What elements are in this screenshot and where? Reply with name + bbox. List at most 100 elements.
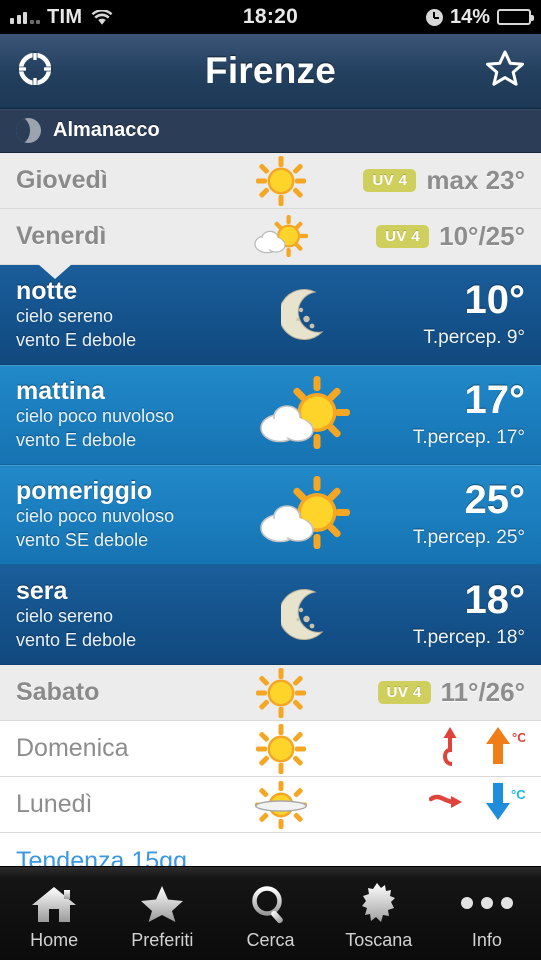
star-icon <box>139 882 185 924</box>
trend-indicators: °C <box>439 726 527 771</box>
ellipsis-icon <box>460 882 513 924</box>
tab-label: Toscana <box>345 930 413 950</box>
detail-wind-label: vento SE debole <box>16 529 149 550</box>
tab-info[interactable]: Info <box>433 867 541 960</box>
day-temperature: max 23° <box>426 165 525 195</box>
detail-part-label: sera <box>16 577 68 606</box>
day-right-group: °C <box>439 726 527 771</box>
wind-arrow-right-icon <box>428 790 463 819</box>
home-icon <box>31 882 77 924</box>
detail-temp-group: 10° T.percep. 9° <box>423 280 525 349</box>
day-row-domenica[interactable]: Domenica °C <box>0 721 541 777</box>
signal-bars-icon <box>10 10 40 24</box>
selection-notch <box>38 264 72 279</box>
detail-perceived-temperature: T.percep. 25° <box>412 527 525 548</box>
day-name: Domenica <box>16 734 129 762</box>
detail-wind-label: vento E debole <box>16 629 137 650</box>
sun-icon <box>231 667 331 719</box>
search-icon <box>249 882 293 924</box>
detail-text-group: mattina cielo poco nuvoloso vento E debo… <box>16 377 251 451</box>
tab-label: Cerca <box>246 930 295 950</box>
tab-label: Info <box>471 930 502 950</box>
detail-temp-group: 25° T.percep. 25° <box>413 480 525 549</box>
status-bar-left: TIM <box>10 6 113 29</box>
day-right-group: UV 4 10°/25° <box>376 221 525 252</box>
almanacco-bar[interactable]: Almanacco <box>0 109 541 153</box>
forecast-list: Giovedì UV 4 max 23° Venerdì UV 4 10°/25… <box>0 153 541 889</box>
sun-icon <box>231 155 331 207</box>
uv-badge: UV 4 <box>363 169 417 192</box>
moon-phase-icon <box>16 118 41 143</box>
detail-sky-label: cielo poco nuvoloso <box>16 506 175 527</box>
tab-label: Preferiti <box>131 930 194 950</box>
detail-sky-label: cielo sereno <box>16 606 114 627</box>
uv-badge: UV 4 <box>377 681 431 704</box>
wind-arrow-up-hook-icon <box>439 726 463 771</box>
detail-text-group: notte cielo sereno vento E debole <box>16 277 251 351</box>
detail-part-label: notte <box>16 277 78 306</box>
detail-part-label: pomeriggio <box>16 477 153 506</box>
tuscany-region-icon <box>357 882 401 924</box>
sun-haze-icon <box>231 780 331 830</box>
wifi-icon <box>91 9 113 25</box>
tab-home[interactable]: Home <box>0 867 108 960</box>
day-right-group: °C <box>428 782 526 827</box>
detail-perceived-temperature: T.percep. 18° <box>412 627 525 648</box>
detail-temp-group: 18° T.percep. 18° <box>413 580 525 649</box>
navigation-bar: Firenze <box>0 34 541 109</box>
battery-icon <box>497 9 534 25</box>
battery-percent-label: 14% <box>449 5 490 28</box>
page-title: Firenze <box>205 50 336 91</box>
tab-preferiti[interactable]: Preferiti <box>108 867 216 960</box>
temperature-up-arrow-icon: °C <box>485 726 527 771</box>
detail-temperature: 25° <box>464 478 526 522</box>
day-temperature: 11°/26° <box>440 677 525 707</box>
detail-wind-label: vento E debole <box>16 329 137 350</box>
tab-cerca[interactable]: Cerca <box>216 867 324 960</box>
svg-text:°C: °C <box>512 730 525 745</box>
detail-sky-label: cielo poco nuvoloso <box>16 406 175 427</box>
weather-app-screen: TIM 18:20 14% Firenze Almanacco Giovedì … <box>0 0 541 960</box>
day-name: Venerdì <box>16 222 107 250</box>
detail-wind-label: vento E debole <box>16 429 137 450</box>
temperature-down-arrow-icon: °C <box>485 782 526 827</box>
sun-behind-cloud-icon <box>251 474 361 556</box>
detail-temperature: 10° <box>464 278 526 322</box>
detail-temperature: 17° <box>464 378 526 422</box>
sun-behind-cloud-icon <box>251 374 361 456</box>
day-temperature: 10°/25° <box>439 221 525 251</box>
tab-toscana[interactable]: Toscana <box>325 867 433 960</box>
svg-text:°C: °C <box>511 787 525 802</box>
location-crosshair-icon[interactable] <box>14 48 56 95</box>
detail-row-pomeriggio[interactable]: pomeriggio cielo poco nuvoloso vento SE … <box>0 465 541 565</box>
detail-row-sera[interactable]: sera cielo sereno vento E debole 18° T.p… <box>0 565 541 665</box>
day-row-venerdi[interactable]: Venerdì UV 4 10°/25° <box>0 209 541 265</box>
crescent-moon-icon <box>251 588 361 642</box>
day-row-giovedi[interactable]: Giovedì UV 4 max 23° <box>0 153 541 209</box>
status-bar-right: 14% <box>425 5 534 29</box>
star-outline-icon[interactable] <box>483 47 527 96</box>
uv-badge: UV 4 <box>376 225 430 248</box>
day-row-sabato[interactable]: Sabato UV 4 11°/26° <box>0 665 541 721</box>
tab-label: Home <box>30 930 79 950</box>
trend-indicators: °C <box>428 782 526 827</box>
detail-sky-label: cielo sereno <box>16 306 114 327</box>
detail-row-mattina[interactable]: mattina cielo poco nuvoloso vento E debo… <box>0 365 541 465</box>
detail-perceived-temperature: T.percep. 17° <box>412 427 525 448</box>
detail-temp-group: 17° T.percep. 17° <box>413 380 525 449</box>
crescent-moon-icon <box>251 288 361 342</box>
day-row-lunedi[interactable]: Lunedì °C <box>0 777 541 833</box>
day-name: Lunedì <box>16 790 93 818</box>
status-bar: TIM 18:20 14% <box>0 0 541 34</box>
sun-icon <box>231 723 331 775</box>
detail-part-label: mattina <box>16 377 105 406</box>
sun-behind-cloud-icon <box>231 214 331 260</box>
detail-text-group: sera cielo sereno vento E debole <box>16 577 251 651</box>
tab-bar: Home Preferiti Cerca Toscana Info <box>0 866 541 960</box>
day-right-group: UV 4 11°/26° <box>377 677 525 708</box>
detail-row-notte[interactable]: notte cielo sereno vento E debole 10° T.… <box>0 264 541 365</box>
alarm-clock-icon <box>425 8 443 26</box>
detail-text-group: pomeriggio cielo poco nuvoloso vento SE … <box>16 477 251 551</box>
carrier-name: TIM <box>47 5 83 28</box>
detail-perceived-temperature: T.percep. 9° <box>423 327 525 348</box>
